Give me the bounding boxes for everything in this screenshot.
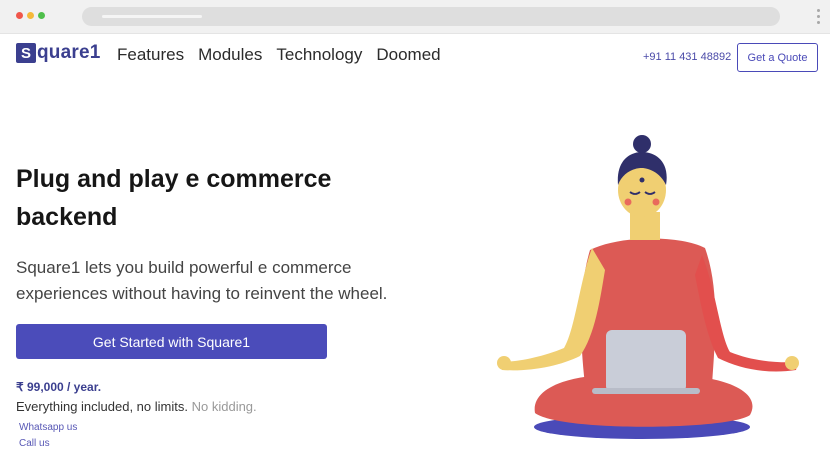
browser-chrome [0, 0, 830, 34]
included-text: Everything included, no limits. No kiddi… [16, 399, 257, 414]
left-cheek-shape [624, 198, 632, 206]
nav-item-features[interactable]: Features [117, 45, 184, 65]
bindi-shape [639, 177, 645, 183]
laptop-base-shape [592, 388, 700, 394]
site-header: S quare1 Features Modules Technology Doo… [0, 34, 830, 78]
browser-menu-icon[interactable] [817, 9, 820, 24]
logo-mark: S [16, 43, 36, 63]
no-kidding-text: No kidding. [191, 399, 257, 414]
square1-logo[interactable]: S quare1 [16, 42, 101, 64]
right-cheek-shape [652, 198, 660, 206]
included-statement: Everything included, no limits. [16, 399, 188, 414]
nav-item-doomed[interactable]: Doomed [376, 45, 440, 65]
call-us-link[interactable]: Call us [19, 438, 50, 449]
left-hand-shape [497, 356, 511, 370]
address-bar[interactable] [82, 7, 780, 26]
whatsapp-link[interactable]: Whatsapp us [19, 422, 77, 433]
main-nav: Features Modules Technology Doomed [117, 45, 441, 65]
minimize-window-icon[interactable] [27, 12, 34, 19]
get-started-button[interactable]: Get Started with Square1 [16, 324, 327, 359]
nav-item-technology[interactable]: Technology [276, 45, 362, 65]
hero-subtitle: Square1 lets you build powerful e commer… [16, 258, 388, 303]
close-window-icon[interactable] [16, 12, 23, 19]
hero-title: Plug and play e commerce backend [16, 165, 332, 231]
nav-item-modules[interactable]: Modules [198, 45, 262, 65]
get-quote-button[interactable]: Get a Quote [737, 43, 818, 72]
hair-bun-shape [633, 135, 651, 153]
right-hand-shape [785, 356, 799, 370]
address-placeholder-bar [102, 15, 202, 18]
laptop-icon [606, 330, 686, 392]
logo-text: quare1 [37, 42, 101, 63]
meditating-figure-with-laptop-illustration [497, 135, 799, 439]
price-text: ₹ 99,000 / year. [16, 380, 102, 394]
maximize-window-icon[interactable] [38, 12, 45, 19]
phone-number-link[interactable]: +91 11 431 48892 [643, 51, 731, 63]
